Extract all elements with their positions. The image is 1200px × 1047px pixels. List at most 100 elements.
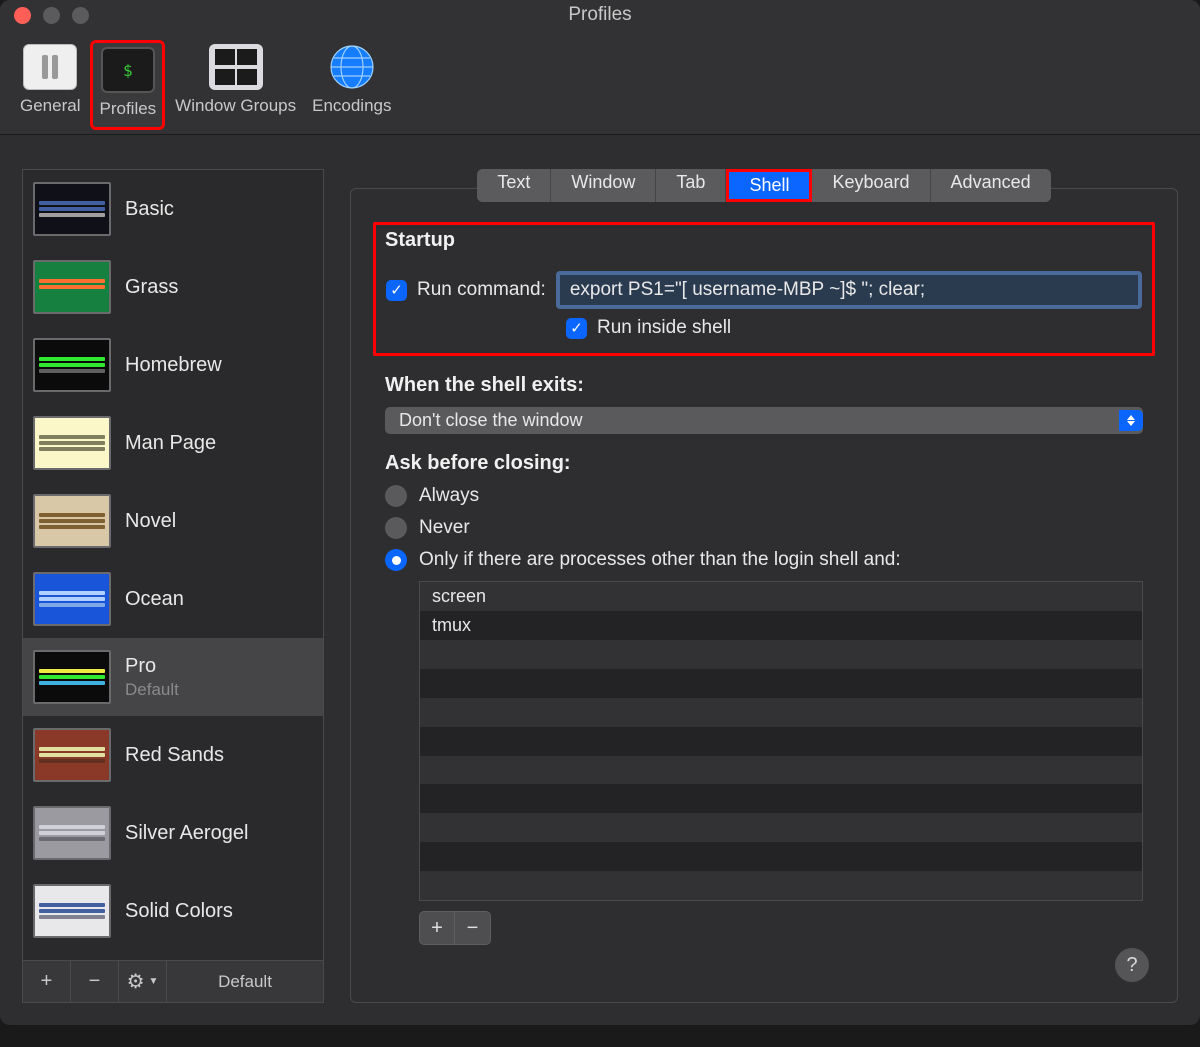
- globe-icon: [325, 44, 379, 90]
- profile-thumbnail: [33, 806, 111, 860]
- profile-thumbnail: [33, 728, 111, 782]
- process-row: [420, 784, 1142, 813]
- profile-name-label: Ocean: [125, 588, 184, 611]
- shell-exit-value: Don't close the window: [399, 410, 583, 431]
- profile-name-label: Red Sands: [125, 744, 224, 767]
- run-command-label: Run command:: [417, 279, 546, 301]
- profile-row[interactable]: Grass: [23, 248, 323, 326]
- tab-advanced[interactable]: Advanced: [931, 169, 1051, 202]
- profile-thumbnail: [33, 260, 111, 314]
- process-table-footer: + −: [419, 911, 1143, 945]
- process-row: [420, 842, 1142, 871]
- profile-name-label: Novel: [125, 510, 176, 533]
- process-row: [420, 640, 1142, 669]
- remove-profile-button[interactable]: −: [71, 961, 119, 1002]
- startup-section: ✓ Run command: ✓ Run inside shell: [373, 222, 1155, 356]
- process-exception-table[interactable]: screentmux: [419, 581, 1143, 901]
- radio-label: Always: [419, 485, 479, 507]
- content-area: BasicGrassHomebrewMan PageNovelOceanProD…: [0, 135, 1200, 1025]
- dropdown-stepper-icon: [1119, 410, 1143, 431]
- profile-name-label: Man Page: [125, 432, 216, 455]
- help-button[interactable]: ?: [1115, 948, 1149, 982]
- add-process-button[interactable]: +: [419, 911, 455, 945]
- radio-button[interactable]: [385, 485, 407, 507]
- tab-tab[interactable]: Tab: [656, 169, 726, 202]
- profile-name-label: Pro: [125, 655, 179, 678]
- profile-thumbnail: [33, 338, 111, 392]
- radio-label: Never: [419, 517, 470, 539]
- run-inside-shell-label: Run inside shell: [597, 317, 731, 339]
- segmented-control: Text Window Tab Shell Keyboard Advanced: [477, 169, 1050, 202]
- window-title: Profiles: [0, 4, 1200, 26]
- profile-detail-panel: Text Window Tab Shell Keyboard Advanced …: [350, 169, 1178, 1003]
- radio-option[interactable]: Always: [385, 485, 1143, 507]
- set-default-button[interactable]: Default: [167, 961, 323, 1002]
- profile-default-badge: Default: [125, 680, 179, 700]
- run-command-input[interactable]: [556, 271, 1142, 309]
- profile-name-label: Silver Aerogel: [125, 822, 248, 845]
- profile-thumbnail: [33, 884, 111, 938]
- profile-row[interactable]: Red Sands: [23, 716, 323, 794]
- ask-before-closing-radio-group: Always Never Only if there are processes o…: [385, 485, 1143, 581]
- run-inside-shell-checkbox[interactable]: ✓: [566, 318, 587, 339]
- profile-thumbnail: [33, 572, 111, 626]
- profile-thumbnail: [33, 416, 111, 470]
- chevron-down-icon: ▼: [149, 976, 159, 987]
- profile-row[interactable]: Ocean: [23, 560, 323, 638]
- toolbar-encodings[interactable]: Encodings: [306, 40, 397, 130]
- profile-row[interactable]: Silver Aerogel: [23, 794, 323, 872]
- process-row: [420, 698, 1142, 727]
- profiles-icon: [101, 47, 155, 93]
- ask-before-closing-heading: Ask before closing:: [385, 452, 1143, 475]
- radio-option[interactable]: Never: [385, 517, 1143, 539]
- profile-name-label: Homebrew: [125, 354, 222, 377]
- process-row: [420, 871, 1142, 900]
- run-inside-shell-row: ✓ Run inside shell: [566, 317, 1142, 339]
- window-groups-icon: [209, 44, 263, 90]
- toolbar-general[interactable]: General: [14, 40, 86, 130]
- profile-sidebar: BasicGrassHomebrewMan PageNovelOceanProD…: [22, 169, 324, 1003]
- process-row[interactable]: screen: [420, 582, 1142, 611]
- toolbar-window-groups[interactable]: Window Groups: [169, 40, 302, 130]
- profile-thumbnail: [33, 650, 111, 704]
- profile-thumbnail: [33, 182, 111, 236]
- profile-row[interactable]: ProDefault: [23, 638, 323, 716]
- toolbar-profiles[interactable]: Profiles: [90, 40, 165, 130]
- run-command-checkbox[interactable]: ✓: [386, 280, 407, 301]
- profile-row[interactable]: Basic: [23, 170, 323, 248]
- process-row[interactable]: tmux: [420, 611, 1142, 640]
- profile-list-footer: + − ⚙︎ ▼ Default: [22, 961, 324, 1003]
- tab-keyboard[interactable]: Keyboard: [812, 169, 930, 202]
- tab-shell[interactable]: Shell: [729, 172, 809, 199]
- titlebar: Profiles: [0, 0, 1200, 30]
- profile-row[interactable]: Man Page: [23, 404, 323, 482]
- profile-name-label: Basic: [125, 198, 174, 221]
- process-row: [420, 669, 1142, 698]
- process-row: [420, 813, 1142, 842]
- radio-button[interactable]: [385, 549, 407, 571]
- radio-button[interactable]: [385, 517, 407, 539]
- process-row: [420, 727, 1142, 756]
- profile-name-label: Grass: [125, 276, 178, 299]
- shell-settings-panel: Startup ✓ Run command: ✓ Run inside shel…: [350, 188, 1178, 1003]
- profile-name-label: Solid Colors: [125, 900, 233, 923]
- profile-actions-menu[interactable]: ⚙︎ ▼: [119, 961, 167, 1002]
- gear-icon: ⚙︎: [127, 969, 145, 994]
- profile-row[interactable]: Solid Colors: [23, 872, 323, 950]
- profile-tabs: Text Window Tab Shell Keyboard Advanced: [350, 169, 1178, 202]
- tab-text[interactable]: Text: [477, 169, 551, 202]
- profile-row[interactable]: Homebrew: [23, 326, 323, 404]
- general-icon: [23, 44, 77, 90]
- profile-thumbnail: [33, 494, 111, 548]
- add-profile-button[interactable]: +: [23, 961, 71, 1002]
- radio-option[interactable]: Only if there are processes other than t…: [385, 549, 1143, 571]
- profile-row[interactable]: Novel: [23, 482, 323, 560]
- tab-window[interactable]: Window: [551, 169, 656, 202]
- profile-list[interactable]: Basic Grass Homebrew Man Page Novel Ocean ProD…: [22, 169, 324, 961]
- shell-exit-heading: When the shell exits:: [385, 374, 1143, 397]
- preferences-window: Profiles General Profiles Window Groups: [0, 0, 1200, 1025]
- remove-process-button[interactable]: −: [455, 911, 491, 945]
- shell-exit-dropdown[interactable]: Don't close the window: [385, 407, 1143, 434]
- run-command-row: ✓ Run command:: [386, 271, 1142, 309]
- process-row: [420, 756, 1142, 785]
